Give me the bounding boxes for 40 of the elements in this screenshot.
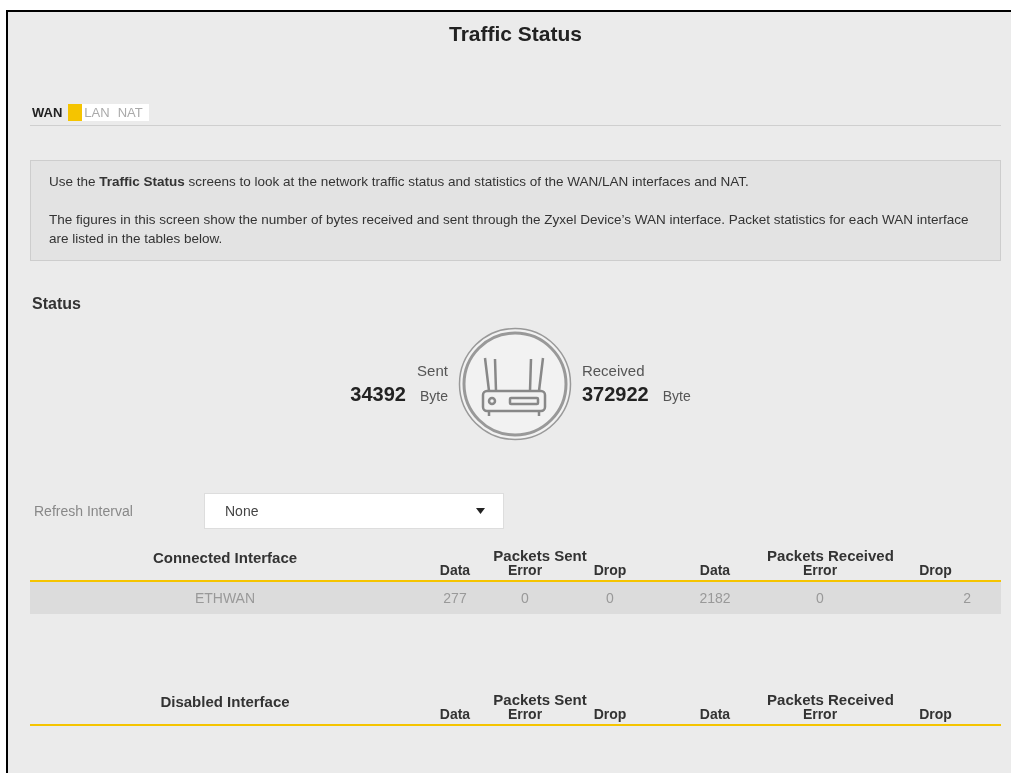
info-text: The figures in this screen show the number of bytes received and sent through the Zyxel Device’s WAN interface. Packet statistics for each WAN interface are listed in the tables below. — [49, 211, 970, 248]
column-group-header: Packets Sent — [492, 549, 588, 563]
table-cell: 277 — [420, 582, 490, 614]
column-header: Drop — [592, 707, 628, 721]
column-header: Disabled Interface — [159, 693, 291, 709]
table-cell: 2182 — [660, 582, 770, 614]
column-header: Drop — [918, 563, 953, 577]
column-group-header: Packets Sent — [492, 693, 588, 707]
column-group-header: Packets Received — [766, 549, 895, 563]
column-header: Error — [506, 707, 544, 721]
column-header: Data — [438, 707, 472, 721]
tab[interactable]: WAN — [30, 104, 83, 121]
page-title: Traffic Status — [447, 21, 583, 47]
sent-value: 34392 — [350, 383, 406, 406]
table-cell: 0 — [770, 582, 870, 614]
table-cell: 0 — [560, 582, 660, 614]
column-header: Data — [698, 563, 732, 577]
table-cell: 0 — [490, 582, 560, 614]
column-header: Connected Interface — [151, 549, 299, 565]
column-header: Error — [801, 563, 839, 577]
column-group-header: Packets Received — [766, 693, 895, 707]
column-header: Data — [438, 563, 472, 577]
section-heading: Status — [32, 295, 82, 313]
field-label: Refresh Interval — [33, 503, 134, 519]
router-icon — [457, 327, 572, 441]
column-header: Drop — [592, 563, 628, 577]
refresh-interval-dropdown[interactable]: None — [204, 493, 504, 529]
sent-label: Sent — [417, 362, 448, 379]
table-cell: ETHWAN — [30, 582, 420, 614]
unit-label: Byte — [662, 388, 691, 404]
received-value: 372922 — [581, 383, 649, 406]
info-text: Use the Traffic Status screens to look at the network traffic status and statistics of the WAN/LAN interfaces and NAT. — [49, 173, 750, 191]
column-header: Drop — [918, 707, 953, 721]
caret-icon — [476, 508, 485, 514]
column-header: Error — [506, 563, 544, 577]
column-header: Error — [801, 707, 839, 721]
table-cell: 2 — [870, 582, 1001, 614]
received-label: Received — [581, 362, 645, 379]
unit-label: Byte — [419, 388, 448, 404]
column-header: Data — [698, 707, 732, 721]
